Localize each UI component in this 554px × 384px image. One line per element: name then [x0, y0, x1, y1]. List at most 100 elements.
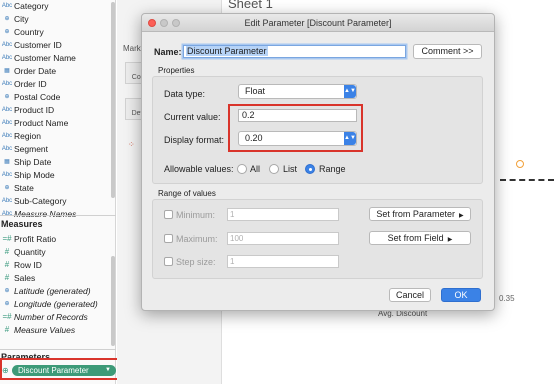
field-item[interactable]: ⊕ Longitude (generated): [0, 297, 110, 310]
set-from-field-label: Set from Field: [387, 233, 444, 243]
sheet-title: Sheet 1: [228, 0, 273, 11]
field-item[interactable]: Abc Segment: [0, 142, 110, 155]
field-label: City: [14, 13, 29, 24]
allowable-list-radio[interactable]: [269, 164, 279, 174]
calendar-icon: ▦: [4, 68, 10, 74]
set-from-field-button[interactable]: Set from Field ▶: [369, 231, 471, 245]
range-header: Range of values: [158, 189, 216, 198]
globe-icon: ⊕: [4, 288, 10, 294]
field-item[interactable]: Abc Region: [0, 129, 110, 142]
maximum-input[interactable]: 100: [227, 232, 339, 245]
calendar-icon: ▦: [4, 159, 10, 165]
text-type-icon: Abc: [1, 2, 13, 9]
field-item[interactable]: Abc Customer Name: [0, 51, 110, 64]
field-item[interactable]: ⊕ Latitude (generated): [0, 284, 110, 297]
field-item[interactable]: ⊕ City: [0, 12, 110, 25]
allowable-range-radio[interactable]: [305, 164, 315, 174]
field-item[interactable]: ▦ Order Date: [0, 64, 110, 77]
maximum-label: Maximum:: [176, 234, 218, 244]
dialog-titlebar[interactable]: Edit Parameter [Discount Parameter]: [142, 14, 494, 32]
field-label: Sub-Category: [14, 195, 67, 206]
minimum-checkbox[interactable]: [164, 210, 173, 219]
current-value-label: Current value:: [164, 112, 221, 122]
edit-parameter-dialog: Edit Parameter [Discount Parameter] Name…: [141, 13, 495, 311]
allowable-all-radio[interactable]: [237, 164, 247, 174]
measures-scrollbar[interactable]: [111, 256, 115, 346]
text-type-icon: Abc: [1, 41, 13, 48]
number-icon: #: [4, 260, 10, 269]
field-label: Customer ID: [14, 39, 62, 50]
text-type-icon: Abc: [1, 106, 13, 113]
chart-mark[interactable]: [516, 160, 524, 168]
field-item[interactable]: # Quantity: [0, 245, 110, 258]
field-label: Category: [14, 0, 49, 11]
field-label: Ship Date: [14, 156, 52, 167]
field-label: Customer Name: [14, 52, 76, 63]
text-type-icon: Abc: [1, 54, 13, 61]
field-label: Ship Mode: [14, 169, 55, 180]
field-item[interactable]: Abc Product ID: [0, 103, 110, 116]
axis-tick-label: 0.35: [499, 294, 515, 303]
field-item[interactable]: =# Number of Records: [0, 310, 110, 323]
field-label: Row ID: [14, 259, 42, 270]
number-icon: #: [4, 325, 10, 334]
globe-icon: ⊕: [4, 94, 10, 100]
field-label: Number of Records: [14, 311, 88, 322]
globe-icon: ⊕: [4, 29, 10, 35]
chevron-right-icon: ▶: [458, 213, 464, 219]
data-type-value: Float: [245, 86, 266, 96]
minimum-input[interactable]: 1: [227, 208, 339, 221]
set-from-parameter-label: Set from Parameter: [376, 209, 455, 219]
field-item[interactable]: ▦ Ship Date: [0, 155, 110, 168]
field-item[interactable]: Abc Product Name: [0, 116, 110, 129]
field-item[interactable]: # Row ID: [0, 258, 110, 271]
highlight-box: [0, 358, 124, 380]
step-size-input[interactable]: 1: [227, 255, 339, 268]
ok-button[interactable]: OK: [441, 288, 481, 302]
field-label: Sales: [14, 272, 36, 283]
chevron-right-icon: ▶: [447, 237, 453, 243]
allowable-values-label: Allowable values:: [164, 164, 234, 174]
field-item[interactable]: ⊕ Postal Code: [0, 90, 110, 103]
data-type-select[interactable]: Float ▲▼: [238, 84, 357, 99]
text-type-icon: Abc: [1, 197, 13, 204]
cancel-button[interactable]: Cancel: [389, 288, 431, 302]
field-label: Order ID: [14, 78, 47, 89]
globe-icon: ⊕: [4, 185, 10, 191]
field-item[interactable]: Abc Category: [0, 0, 110, 12]
field-item[interactable]: ⊕ Country: [0, 25, 110, 38]
parameter-name-value: Discount Parameter: [186, 46, 268, 56]
text-type-icon: Abc: [1, 132, 13, 139]
set-from-parameter-button[interactable]: Set from Parameter ▶: [369, 207, 471, 221]
maximize-icon: [172, 19, 180, 27]
measures-header: Measures: [1, 219, 43, 229]
display-format-label: Display format:: [164, 135, 225, 145]
dimensions-scrollbar[interactable]: [111, 2, 115, 198]
field-label: Product Name: [14, 117, 69, 128]
close-icon[interactable]: [148, 19, 156, 27]
field-item[interactable]: Abc Ship Mode: [0, 168, 110, 181]
field-item[interactable]: =# Profit Ratio: [0, 232, 110, 245]
field-label: Country: [14, 26, 44, 37]
field-item[interactable]: Abc Sub-Category: [0, 194, 110, 207]
data-type-label: Data type:: [164, 89, 206, 99]
field-label: Longitude (generated): [14, 298, 98, 309]
text-type-icon: Abc: [1, 145, 13, 152]
field-item[interactable]: Abc Customer ID: [0, 38, 110, 51]
field-label: Quantity: [14, 246, 46, 257]
properties-header: Properties: [158, 66, 195, 75]
parameter-name-input[interactable]: Discount Parameter: [183, 45, 406, 58]
globe-icon: ⊕: [4, 16, 10, 22]
field-item[interactable]: Abc Order ID: [0, 77, 110, 90]
field-label: Product ID: [14, 104, 55, 115]
dots-icon: ⁘: [128, 140, 135, 149]
field-item[interactable]: # Sales: [0, 271, 110, 284]
name-label: Name:: [154, 47, 182, 57]
reference-line: [500, 179, 554, 181]
field-item[interactable]: ⊕ State: [0, 181, 110, 194]
field-item[interactable]: # Measure Values: [0, 323, 110, 336]
comment-button[interactable]: Comment >>: [413, 44, 482, 59]
step-size-checkbox[interactable]: [164, 257, 173, 266]
text-type-icon: Abc: [1, 80, 13, 87]
maximum-checkbox[interactable]: [164, 234, 173, 243]
